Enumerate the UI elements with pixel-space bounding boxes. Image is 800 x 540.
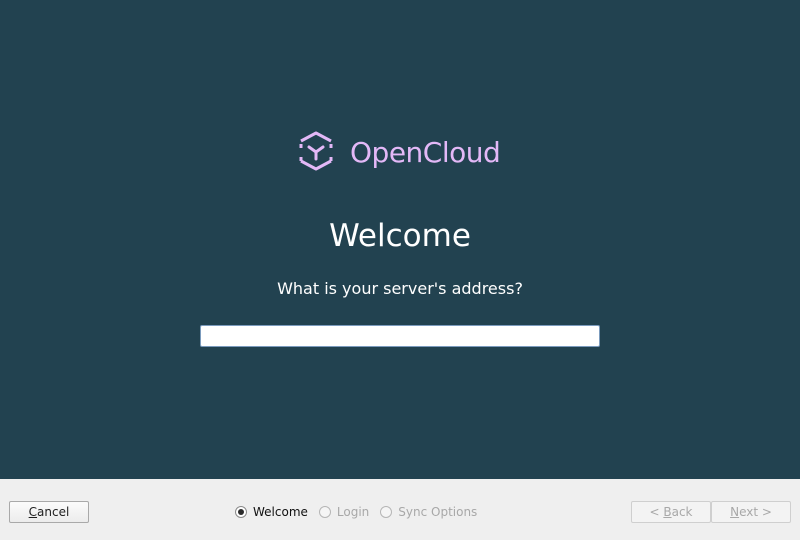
step-welcome-radio[interactable] bbox=[235, 506, 247, 518]
back-button[interactable]: < Back bbox=[631, 501, 711, 523]
back-mnemonic: B bbox=[663, 505, 672, 519]
step-sync-options: Sync Options bbox=[380, 505, 477, 519]
step-login: Login bbox=[318, 505, 370, 519]
back-label: ack bbox=[671, 505, 693, 519]
step-welcome[interactable]: Welcome bbox=[235, 505, 308, 519]
cancel-button[interactable]: Cancel bbox=[9, 501, 89, 523]
back-prefix: < bbox=[649, 505, 664, 519]
opencloud-logo: OpenCloud bbox=[298, 131, 501, 175]
step-login-radio bbox=[318, 506, 331, 518]
logo-wordmark: OpenCloud bbox=[350, 136, 501, 169]
step-welcome-label: Welcome bbox=[253, 505, 308, 519]
server-address-input[interactable] bbox=[200, 325, 600, 347]
next-label: ext > bbox=[739, 505, 772, 519]
wizard-footer: Cancel Welcome Login Sync Options < Back… bbox=[0, 479, 800, 540]
page-title: Welcome bbox=[329, 218, 471, 254]
step-login-label: Login bbox=[336, 505, 370, 519]
cancel-label: ancel bbox=[37, 505, 70, 519]
opencloud-logo-icon bbox=[299, 131, 333, 171]
step-sync-options-label: Sync Options bbox=[398, 505, 478, 519]
next-button[interactable]: Next > bbox=[711, 501, 791, 523]
cancel-mnemonic: C bbox=[28, 505, 38, 519]
server-address-prompt: What is your server's address? bbox=[277, 279, 523, 298]
welcome-panel: OpenCloud Welcome What is your server's … bbox=[0, 0, 800, 479]
wizard-steps: Welcome Login Sync Options bbox=[235, 504, 488, 520]
setup-wizard-window: OpenCloud Welcome What is your server's … bbox=[0, 0, 800, 540]
step-sync-options-radio bbox=[380, 506, 393, 518]
next-mnemonic: N bbox=[730, 505, 740, 519]
